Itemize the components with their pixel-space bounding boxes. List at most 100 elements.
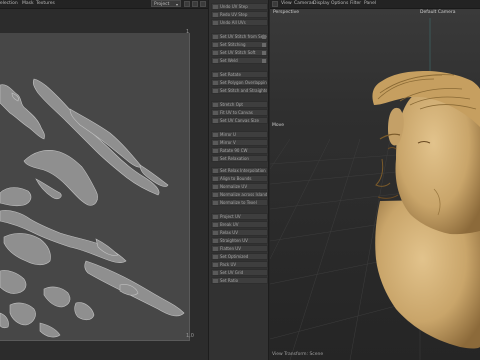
uv-canvas[interactable] bbox=[0, 33, 190, 341]
option-box-icon[interactable] bbox=[262, 51, 266, 55]
command-icon bbox=[213, 21, 218, 25]
uv-command-item[interactable]: Set UV Grid bbox=[211, 269, 268, 276]
uv-command-item[interactable]: Normalize across Islands bbox=[211, 191, 268, 198]
option-box-icon[interactable] bbox=[262, 59, 266, 63]
uv-island bbox=[3, 233, 51, 266]
viewport-scene bbox=[270, 9, 480, 360]
uv-command-item[interactable]: Set UV Stitch from Selection bbox=[211, 33, 268, 40]
uv-editor-menubar: Selection Mask Textures Project ▾ bbox=[0, 0, 208, 9]
uv-command-item[interactable]: Set Stitching bbox=[211, 41, 268, 48]
viewport-menu-icon[interactable] bbox=[272, 1, 278, 7]
uv-corner-label-top: 1 bbox=[186, 29, 190, 35]
uv-command-label: Break UV bbox=[220, 222, 239, 227]
uv-command-label: Redo UV Step bbox=[220, 12, 248, 17]
uv-island bbox=[43, 286, 71, 308]
command-icon bbox=[213, 81, 218, 85]
status-text: View Transform: Scene bbox=[272, 352, 324, 357]
uv-command-label: Set UV Grid bbox=[220, 270, 244, 275]
uv-command-item[interactable]: Mirror V bbox=[211, 139, 268, 146]
uv-command-item[interactable]: Break UV bbox=[211, 221, 268, 228]
uv-command-item[interactable]: Set UV Canvas Size bbox=[211, 117, 268, 124]
uv-viewport[interactable]: 1 1,0 bbox=[0, 9, 208, 360]
uv-command-label: Set Relax Interpolation bbox=[220, 168, 266, 173]
command-icon bbox=[213, 5, 218, 9]
command-icon bbox=[213, 103, 218, 107]
camera-name-label: Default Camera bbox=[420, 10, 456, 15]
uv-command-item[interactable]: Align to Bounds bbox=[211, 175, 268, 182]
uv-command-item[interactable]: Set Relax Interpolation bbox=[211, 167, 268, 174]
uv-command-item[interactable]: Mirror U bbox=[211, 131, 268, 138]
menu-filter[interactable]: Filter bbox=[350, 0, 361, 8]
command-icon bbox=[213, 193, 218, 197]
command-icon bbox=[213, 149, 218, 153]
command-icon bbox=[213, 201, 218, 205]
command-icon bbox=[213, 89, 218, 93]
uv-island bbox=[39, 322, 61, 338]
option-box-icon[interactable] bbox=[262, 43, 266, 47]
uv-command-item[interactable]: Redo UV Step bbox=[211, 11, 268, 18]
uv-command-label: Normalize to Texel bbox=[220, 200, 257, 205]
uv-command-item[interactable]: Pack UV bbox=[211, 261, 268, 268]
uv-command-item[interactable]: Set Stitch and Straighten bbox=[211, 87, 268, 94]
grid-icon[interactable] bbox=[184, 1, 190, 7]
close-icon[interactable] bbox=[200, 1, 206, 7]
uv-command-label: Straighten UV bbox=[220, 238, 248, 243]
menu-selection[interactable]: Selection bbox=[0, 0, 18, 8]
menu-options[interactable]: Options bbox=[331, 0, 348, 8]
uv-command-item[interactable]: Rotate 90 CW bbox=[211, 147, 268, 154]
uv-command-item[interactable]: Fit UV to Canvas bbox=[211, 109, 268, 116]
menu-panel[interactable]: Panel bbox=[364, 0, 376, 8]
uv-command-item[interactable]: Flatten UV bbox=[211, 245, 268, 252]
uv-command-item[interactable]: Undo All UVs bbox=[211, 19, 268, 26]
menu-mask[interactable]: Mask bbox=[22, 0, 34, 8]
uv-command-item[interactable]: Relax UV bbox=[211, 229, 268, 236]
uv-command-item[interactable]: Project UV bbox=[211, 213, 268, 220]
uv-command-label: Rotate 90 CW bbox=[220, 148, 248, 153]
uv-command-label: Set UV Canvas Size bbox=[220, 118, 259, 123]
menu-cameras[interactable]: Cameras bbox=[294, 0, 314, 8]
settings-icon[interactable] bbox=[192, 1, 198, 7]
command-icon bbox=[213, 223, 218, 227]
menu-view[interactable]: View bbox=[281, 0, 292, 8]
uv-command-item[interactable]: Stretch Opt bbox=[211, 101, 268, 108]
command-icon bbox=[213, 177, 218, 181]
uv-command-item[interactable]: Normalize to Texel bbox=[211, 199, 268, 206]
uv-command-label: Set Ratio bbox=[220, 278, 239, 283]
menu-textures[interactable]: Textures bbox=[36, 0, 55, 8]
uv-command-label: Relax UV bbox=[220, 230, 238, 235]
uv-command-label: Normalize across Islands bbox=[220, 192, 268, 197]
command-icon bbox=[213, 271, 218, 275]
uv-corner-label-bottom: 1,0 bbox=[186, 333, 194, 339]
menu-display[interactable]: Display bbox=[313, 0, 330, 8]
uv-space-dropdown-value: Project bbox=[154, 2, 170, 7]
uv-command-item[interactable]: Undo UV Step bbox=[211, 3, 268, 10]
uv-command-label: Undo All UVs bbox=[220, 20, 246, 25]
command-icon bbox=[213, 133, 218, 137]
uv-island bbox=[32, 78, 160, 196]
tool-label: Move bbox=[272, 123, 285, 128]
uv-command-item[interactable]: Set Rotate bbox=[211, 71, 268, 78]
uv-command-item[interactable]: Set Relaxation bbox=[211, 155, 268, 162]
command-icon bbox=[213, 141, 218, 145]
uv-command-label: Pack UV bbox=[220, 262, 237, 267]
uv-island bbox=[9, 302, 36, 326]
command-icon bbox=[213, 255, 218, 259]
option-box-icon[interactable] bbox=[262, 35, 266, 39]
3d-viewport[interactable]: Perspective Default Camera Move View Tra… bbox=[270, 9, 480, 360]
uv-command-label: Stretch Opt bbox=[220, 102, 243, 107]
uv-command-item[interactable]: Normalize UV bbox=[211, 183, 268, 190]
uv-command-item[interactable]: Set Polygon Overlapping bbox=[211, 79, 268, 86]
uv-command-item[interactable]: Set UV Stitch Soft bbox=[211, 49, 268, 56]
chevron-down-icon: ▾ bbox=[175, 2, 178, 7]
uv-command-label: Set Polygon Overlapping bbox=[220, 80, 268, 85]
uv-command-item[interactable]: Set Optimized bbox=[211, 253, 268, 260]
uv-command-item[interactable]: Straighten UV bbox=[211, 237, 268, 244]
command-icon bbox=[213, 169, 218, 173]
uv-space-dropdown[interactable]: Project ▾ bbox=[151, 0, 181, 7]
uv-command-item[interactable]: Set Ratio bbox=[211, 277, 268, 284]
uv-command-label: Set UV Stitch from Selection bbox=[220, 34, 267, 39]
uv-command-item[interactable]: Set Weld bbox=[211, 57, 268, 64]
uv-command-label: Set Stitching bbox=[220, 42, 246, 47]
uv-command-label: Fit UV to Canvas bbox=[220, 110, 253, 115]
uv-command-label: Normalize UV bbox=[220, 184, 248, 189]
